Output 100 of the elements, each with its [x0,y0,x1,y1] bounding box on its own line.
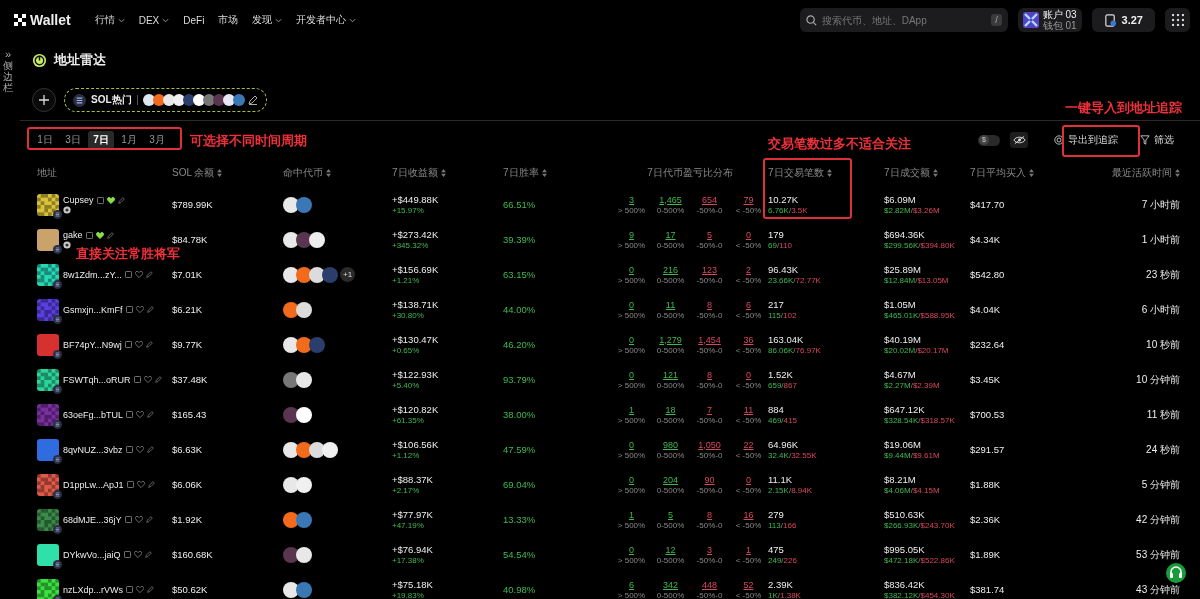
period-tab[interactable]: 1日 [32,131,58,149]
column-header[interactable]: 7日胜率 [503,166,612,180]
pixel-avatar[interactable] [37,263,59,286]
distribution-count[interactable]: 17 [665,229,676,240]
distribution-count[interactable]: 7 [707,404,712,415]
address-link[interactable]: 8w1Zdm...zY... [63,269,122,280]
address-link[interactable]: gake [63,230,83,240]
address-link[interactable]: 8qvNUZ...3vbz [63,444,123,455]
distribution-count[interactable]: 216 [663,264,678,275]
copy-icon[interactable] [124,271,132,278]
token-icon[interactable] [296,196,312,213]
token-icon[interactable] [296,581,312,598]
distribution-count[interactable]: 11 [743,404,754,415]
distribution-count[interactable]: 204 [663,474,678,485]
token-icon[interactable] [283,336,299,353]
distribution-count[interactable]: 3 [707,544,712,555]
distribution-count[interactable]: 1 [746,544,751,555]
pixel-avatar[interactable] [37,543,59,566]
support-button[interactable] [1166,563,1186,583]
distribution-count[interactable]: 5 [707,229,712,240]
nav-menu-item[interactable]: DEX [138,13,170,27]
distribution-count[interactable]: 6 [629,579,634,590]
distribution-count[interactable]: 9 [629,229,634,240]
distribution-count[interactable]: 8 [707,509,712,520]
copy-icon[interactable] [96,196,104,204]
distribution-count[interactable]: 5 [668,509,673,520]
distribution-count[interactable]: 0 [629,439,634,450]
apps-button[interactable] [1165,8,1190,32]
address-link[interactable]: Cupsey [63,195,94,205]
nav-menu-item[interactable]: 市场 [218,13,239,27]
column-header[interactable]: 命中代币 [283,166,392,180]
address-link[interactable]: BF74pY...N9wj [63,339,122,350]
sidebar-toggle[interactable]: » [4,48,12,60]
hide-button[interactable] [1010,132,1028,148]
token-icon[interactable] [283,441,299,458]
nav-menu-item[interactable]: 行情 [94,13,125,27]
export-button[interactable]: 导出到追踪 [1048,129,1124,151]
token-icon[interactable] [283,546,299,563]
address-link[interactable]: nzLXdp...rVWs [63,584,124,595]
logo-icon[interactable] [14,14,26,26]
search-bar[interactable]: 搜索代币、地址、DApp / [799,8,1008,32]
address-link[interactable]: Gsmxjn...KmFf [63,304,123,315]
distribution-count[interactable]: 0 [629,369,634,380]
token-icon[interactable] [309,441,325,458]
distribution-count[interactable]: 1 [629,509,634,520]
token-icon[interactable] [296,231,312,248]
distribution-count[interactable]: 980 [663,439,678,450]
copy-icon[interactable] [124,516,132,523]
nav-menu-item[interactable]: DeFi [183,13,205,27]
copy-icon[interactable] [126,586,134,593]
distribution-count[interactable]: 36 [743,334,754,345]
token-icon[interactable] [309,231,325,248]
distribution-count[interactable]: 0 [629,544,634,555]
copy-icon[interactable] [125,446,133,453]
column-header[interactable]: SOL 余额 [172,166,283,180]
pixel-avatar[interactable] [37,473,59,496]
account-button[interactable]: 账户 03 钱包 01 [1017,8,1082,32]
distribution-count[interactable]: 1,279 [659,334,682,345]
distribution-count[interactable]: 79 [743,194,754,205]
copy-icon[interactable] [126,481,134,488]
add-button[interactable] [32,88,56,112]
distribution-count[interactable]: 0 [629,474,634,485]
period-tab[interactable]: 3日 [60,131,86,149]
token-icon[interactable] [309,266,325,283]
brand-name[interactable]: Wallet [30,12,71,28]
distribution-count[interactable]: 1,050 [698,439,721,450]
token-icon[interactable] [283,511,299,528]
period-tab[interactable]: 1月 [116,131,142,149]
more-tokens-count[interactable]: +1 [340,267,356,282]
period-tab[interactable]: 7日 [88,131,114,149]
copy-icon[interactable] [124,341,132,348]
column-header[interactable]: 7日成交额 [884,166,970,180]
distribution-count[interactable]: 11 [665,299,676,310]
token-icon[interactable] [296,406,312,423]
nav-menu-item[interactable]: 发现 [252,13,283,27]
distribution-count[interactable]: 52 [743,579,754,590]
token-icon[interactable] [296,546,312,563]
copy-icon[interactable] [133,376,141,383]
address-link[interactable]: 68dMJE...36jY [63,514,122,525]
distribution-count[interactable]: 0 [629,299,634,310]
search-field[interactable]: 搜索代币、地址、DApp [821,14,987,26]
distribution-count[interactable]: 0 [746,229,751,240]
token-icon[interactable] [283,476,299,493]
token-icon[interactable] [296,301,312,318]
distribution-count[interactable]: 3 [629,194,634,205]
distribution-count[interactable]: 16 [743,509,754,520]
distribution-count[interactable]: 0 [746,474,751,485]
distribution-count[interactable]: 1,465 [659,194,682,205]
distribution-count[interactable]: 0 [629,334,634,345]
token-icon[interactable] [322,266,338,283]
distribution-count[interactable]: 121 [663,369,678,380]
distribution-count[interactable]: 342 [663,579,678,590]
pixel-avatar[interactable] [37,578,59,599]
distribution-count[interactable]: 6 [746,299,751,310]
balance-button[interactable]: 3.27 [1091,8,1155,32]
heart-icon[interactable] [106,196,115,204]
column-header[interactable]: 7日收益额 [392,166,503,180]
token-icon[interactable] [283,196,299,213]
edit-icon[interactable] [247,95,258,105]
token-icon[interactable] [283,581,299,598]
